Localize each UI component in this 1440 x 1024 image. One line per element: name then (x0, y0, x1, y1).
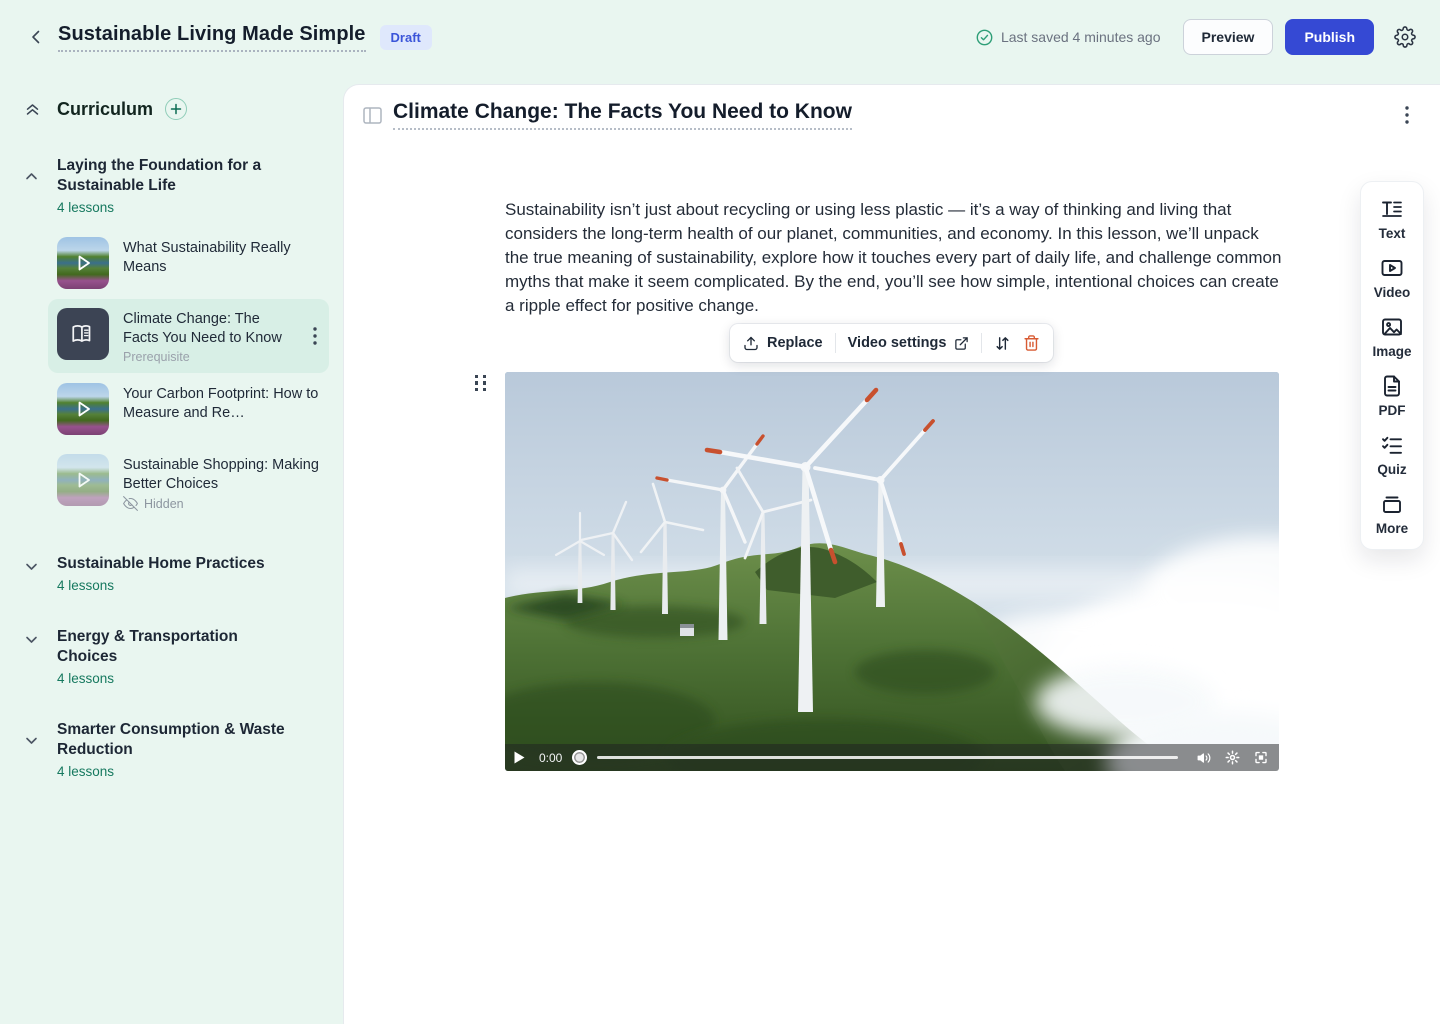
video-player[interactable]: 0:00 (505, 372, 1279, 771)
curriculum-section: Energy & Transportation Choices 4 lesson… (24, 627, 343, 686)
last-saved-text: Last saved 4 minutes ago (1001, 29, 1161, 45)
block-drag-handle-icon[interactable] (475, 375, 487, 391)
replace-button[interactable]: Replace (743, 335, 823, 352)
pdf-icon (1380, 374, 1404, 398)
lesson-editor-panel: Climate Change: The Facts You Need to Kn… (343, 84, 1440, 1024)
curriculum-title: Curriculum (57, 99, 153, 120)
add-video-block-button[interactable]: Video (1361, 256, 1423, 300)
add-section-button[interactable] (165, 98, 187, 120)
lesson-title: Sustainable Shopping: Making Better Choi… (123, 456, 323, 493)
lesson-options-kebab-icon[interactable] (1398, 104, 1416, 126)
video-progress-track[interactable] (597, 756, 1178, 759)
block-palette: Text Video Image PDF Quiz More (1360, 181, 1424, 550)
chevron-down-icon[interactable] (24, 732, 40, 748)
more-icon (1380, 492, 1404, 516)
lesson-item-sustainable-shopping[interactable]: Sustainable Shopping: Making Better Choi… (48, 445, 329, 520)
section-header-smarter-consumption[interactable]: Smarter Consumption & Waste Reduction 4 … (24, 720, 343, 779)
chevron-down-icon[interactable] (24, 558, 40, 574)
lesson-title: Climate Change: The Facts You Need to Kn… (123, 310, 293, 347)
lesson-intro-text[interactable]: Sustainability isn’t just about recyclin… (505, 198, 1283, 318)
chevron-down-icon[interactable] (24, 631, 40, 647)
saved-check-icon (976, 29, 993, 46)
lesson-prerequisite-label: Prerequisite (123, 350, 293, 364)
chevron-up-icon[interactable] (24, 168, 40, 184)
video-settings-button[interactable]: Video settings (848, 335, 970, 351)
preview-button[interactable]: Preview (1183, 19, 1274, 55)
section-title: Sustainable Home Practices (57, 554, 287, 574)
section-title: Laying the Foundation for a Sustainable … (57, 156, 287, 196)
section-title: Energy & Transportation Choices (57, 627, 287, 667)
collapse-all-icon[interactable] (24, 100, 42, 118)
course-editor-app: Sustainable Living Made Simple Draft Las… (0, 0, 1440, 1024)
text-icon (1380, 197, 1404, 221)
move-block-icon[interactable] (994, 335, 1011, 352)
lesson-count: 4 lessons (57, 671, 287, 686)
section-header-foundation[interactable]: Laying the Foundation for a Sustainable … (24, 156, 343, 215)
curriculum-sidebar: Curriculum Laying the Foundation for a S… (0, 74, 343, 1024)
play-button[interactable] (514, 751, 525, 764)
more-blocks-button[interactable]: More (1361, 492, 1423, 536)
curriculum-section: Smarter Consumption & Waste Reduction 4 … (24, 720, 343, 779)
lesson-reading-thumbnail (57, 308, 109, 360)
lesson-count: 4 lessons (57, 764, 287, 779)
status-badge: Draft (380, 25, 432, 50)
lesson-menu-kebab-icon[interactable] (307, 325, 323, 347)
course-title[interactable]: Sustainable Living Made Simple (58, 23, 366, 52)
sidebar-toggle-icon[interactable] (363, 105, 383, 125)
lesson-item-carbon-footprint[interactable]: Your Carbon Footprint: How to Measure an… (48, 374, 329, 444)
video-icon (1380, 256, 1404, 280)
quiz-icon (1380, 433, 1404, 457)
add-pdf-block-button[interactable]: PDF (1361, 374, 1423, 418)
section-title: Smarter Consumption & Waste Reduction (57, 720, 287, 760)
lesson-count: 4 lessons (57, 578, 287, 593)
add-image-block-button[interactable]: Image (1361, 315, 1423, 359)
play-icon (57, 383, 109, 435)
lesson-page-title[interactable]: Climate Change: The Facts You Need to Kn… (393, 100, 852, 130)
curriculum-section: Sustainable Home Practices 4 lessons (24, 554, 343, 593)
fullscreen-icon[interactable] (1253, 750, 1269, 765)
open-book-icon (70, 321, 96, 347)
lesson-title: Your Carbon Footprint: How to Measure an… (123, 385, 323, 422)
lesson-item-what-sustainability[interactable]: What Sustainability Really Means (48, 228, 329, 298)
eye-off-icon (123, 496, 138, 511)
top-header: Sustainable Living Made Simple Draft Las… (0, 0, 1440, 74)
play-icon (57, 454, 109, 506)
video-controls-bar: 0:00 (505, 744, 1279, 771)
video-current-time: 0:00 (539, 751, 562, 765)
publish-button[interactable]: Publish (1285, 19, 1374, 55)
video-scrubber-handle[interactable] (572, 750, 587, 765)
lesson-video-thumbnail (57, 237, 109, 289)
curriculum-section: Laying the Foundation for a Sustainable … (24, 156, 343, 520)
save-status: Last saved 4 minutes ago (976, 29, 1161, 46)
player-settings-gear-icon[interactable] (1225, 750, 1240, 765)
external-link-icon (954, 336, 969, 351)
upload-icon (743, 335, 759, 352)
lesson-item-climate-change[interactable]: Climate Change: The Facts You Need to Kn… (48, 299, 329, 373)
lesson-count: 4 lessons (57, 200, 287, 215)
video-block-toolbar: Replace Video settings (730, 324, 1053, 362)
section-header-energy-transport[interactable]: Energy & Transportation Choices 4 lesson… (24, 627, 343, 686)
back-button[interactable] (24, 25, 48, 49)
section-header-home-practices[interactable]: Sustainable Home Practices 4 lessons (24, 554, 343, 593)
lesson-hidden-label: Hidden (144, 497, 184, 511)
lesson-video-thumbnail (57, 454, 109, 506)
volume-icon[interactable] (1196, 751, 1212, 765)
video-frame-wind-turbines (505, 372, 1279, 771)
play-icon (57, 237, 109, 289)
add-quiz-block-button[interactable]: Quiz (1361, 433, 1423, 477)
add-text-block-button[interactable]: Text (1361, 197, 1423, 241)
lesson-title: What Sustainability Really Means (123, 239, 323, 276)
lesson-video-thumbnail (57, 383, 109, 435)
delete-block-icon[interactable] (1023, 334, 1040, 352)
settings-gear-icon[interactable] (1392, 24, 1418, 50)
image-icon (1380, 315, 1404, 339)
